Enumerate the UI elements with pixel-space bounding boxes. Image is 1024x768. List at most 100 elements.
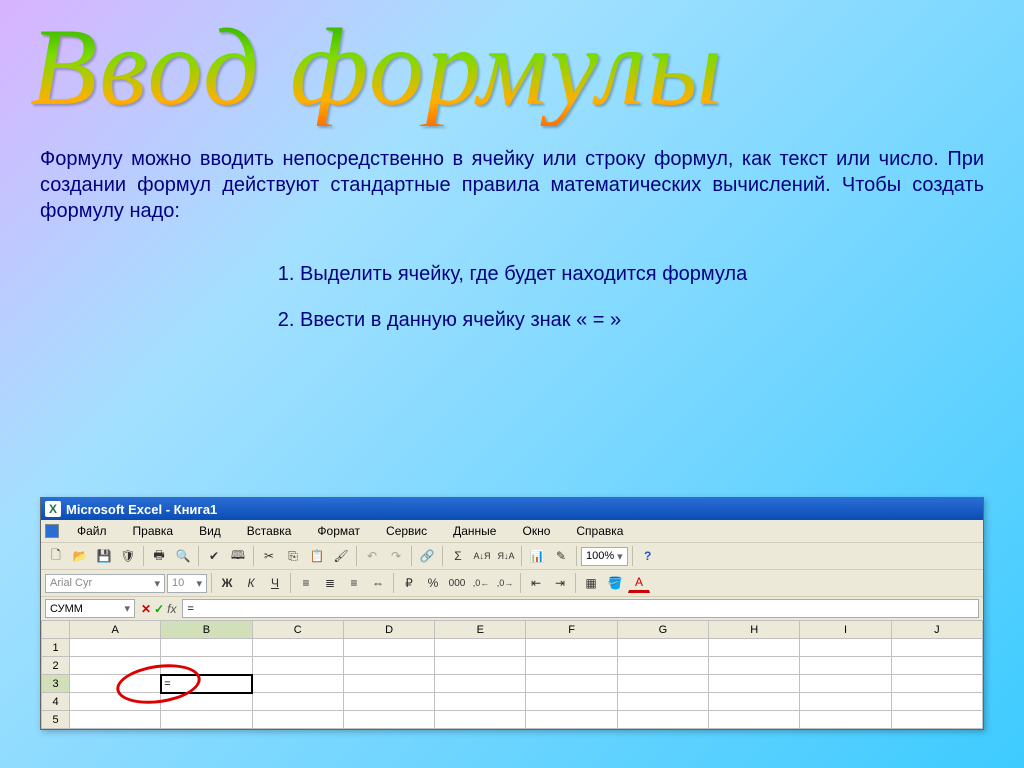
cell[interactable] <box>709 693 800 711</box>
cell[interactable] <box>252 675 343 693</box>
decrease-decimal-icon[interactable]: ,0→ <box>494 572 516 594</box>
cell[interactable] <box>343 675 434 693</box>
cell[interactable] <box>252 657 343 675</box>
cell[interactable] <box>161 711 252 729</box>
align-right-icon[interactable]: ≡ <box>343 572 365 594</box>
spellcheck-icon[interactable]: ✔ <box>203 545 225 567</box>
menu-data[interactable]: Данные <box>441 522 508 540</box>
cell[interactable] <box>343 657 434 675</box>
cell[interactable] <box>435 693 526 711</box>
research-icon[interactable]: 🕮 <box>227 545 249 567</box>
fx-icon[interactable]: fx <box>167 602 176 616</box>
cell[interactable] <box>161 693 252 711</box>
cell[interactable] <box>252 639 343 657</box>
undo-icon[interactable]: ↶ <box>361 545 383 567</box>
increase-decimal-icon[interactable]: ,0← <box>470 572 492 594</box>
borders-icon[interactable]: ▦ <box>580 572 602 594</box>
cell[interactable] <box>70 639 161 657</box>
print-preview-icon[interactable]: 🔍 <box>172 545 194 567</box>
sort-desc-icon[interactable]: Я↓А <box>495 545 517 567</box>
autosum-icon[interactable]: Σ <box>447 545 469 567</box>
cell[interactable] <box>70 657 161 675</box>
font-color-icon[interactable]: A <box>628 574 650 593</box>
col-header[interactable]: G <box>617 621 708 639</box>
spreadsheet-grid[interactable]: A B C D E F G H I J 1 2 3= 4 5 <box>41 620 983 729</box>
cell[interactable] <box>617 657 708 675</box>
cell[interactable] <box>800 675 891 693</box>
col-header[interactable]: H <box>709 621 800 639</box>
cell[interactable] <box>252 711 343 729</box>
cell[interactable] <box>891 657 982 675</box>
drawing-icon[interactable]: ✎ <box>550 545 572 567</box>
menu-file[interactable]: Файл <box>65 522 119 540</box>
cell[interactable] <box>435 711 526 729</box>
cell[interactable] <box>709 657 800 675</box>
cell[interactable] <box>891 693 982 711</box>
row-header[interactable]: 1 <box>42 639 70 657</box>
cell[interactable] <box>161 639 252 657</box>
percent-icon[interactable]: % <box>422 572 444 594</box>
cell[interactable] <box>70 711 161 729</box>
cell[interactable] <box>70 675 161 693</box>
fill-color-icon[interactable]: 🪣 <box>604 572 626 594</box>
col-header[interactable]: E <box>435 621 526 639</box>
cell[interactable] <box>526 657 617 675</box>
redo-icon[interactable]: ↷ <box>385 545 407 567</box>
cell[interactable] <box>617 639 708 657</box>
cell[interactable] <box>435 657 526 675</box>
cell[interactable] <box>435 639 526 657</box>
italic-icon[interactable]: К <box>240 572 262 594</box>
cell[interactable] <box>526 711 617 729</box>
cell[interactable] <box>526 675 617 693</box>
cell[interactable] <box>70 693 161 711</box>
sort-asc-icon[interactable]: А↓Я <box>471 545 493 567</box>
format-painter-icon[interactable]: 🖌 <box>330 545 352 567</box>
menu-insert[interactable]: Вставка <box>235 522 304 540</box>
cell[interactable] <box>891 639 982 657</box>
menu-help[interactable]: Справка <box>564 522 635 540</box>
cell[interactable] <box>800 657 891 675</box>
menu-window[interactable]: Окно <box>510 522 562 540</box>
hyperlink-icon[interactable]: 🔗 <box>416 545 438 567</box>
help-icon[interactable]: ? <box>637 545 659 567</box>
row-header[interactable]: 3 <box>42 675 70 693</box>
col-header[interactable]: B <box>161 621 252 639</box>
active-cell[interactable]: = <box>161 675 252 693</box>
align-center-icon[interactable]: ≣ <box>319 572 341 594</box>
comma-icon[interactable]: 000 <box>446 572 468 594</box>
cell[interactable] <box>617 711 708 729</box>
zoom-combo[interactable]: 100%▾ <box>581 547 628 566</box>
cell[interactable] <box>800 711 891 729</box>
increase-indent-icon[interactable]: ⇥ <box>549 572 571 594</box>
col-header[interactable]: I <box>800 621 891 639</box>
print-icon[interactable]: 🖶 <box>148 545 170 567</box>
cell[interactable] <box>709 675 800 693</box>
cell[interactable] <box>709 711 800 729</box>
cancel-formula-icon[interactable]: ✕ <box>141 602 151 616</box>
cell[interactable] <box>800 639 891 657</box>
cell[interactable] <box>343 711 434 729</box>
cell[interactable] <box>526 639 617 657</box>
cell[interactable] <box>891 675 982 693</box>
cell[interactable] <box>526 693 617 711</box>
bold-icon[interactable]: Ж <box>216 572 238 594</box>
chart-wizard-icon[interactable]: 📊 <box>526 545 548 567</box>
col-header[interactable]: J <box>891 621 982 639</box>
formula-input[interactable]: = <box>182 599 979 618</box>
copy-icon[interactable]: ⎘ <box>282 545 304 567</box>
enter-formula-icon[interactable]: ✓ <box>154 602 164 616</box>
cell[interactable] <box>343 693 434 711</box>
font-size-combo[interactable]: 10▾ <box>167 574 207 593</box>
col-header[interactable]: A <box>70 621 161 639</box>
row-header[interactable]: 5 <box>42 711 70 729</box>
menu-format[interactable]: Формат <box>305 522 372 540</box>
name-box[interactable]: СУММ▾ <box>45 599 135 618</box>
row-header[interactable]: 4 <box>42 693 70 711</box>
decrease-indent-icon[interactable]: ⇤ <box>525 572 547 594</box>
open-icon[interactable]: 📂 <box>69 545 91 567</box>
col-header[interactable]: F <box>526 621 617 639</box>
select-all-corner[interactable] <box>42 621 70 639</box>
cell[interactable] <box>617 693 708 711</box>
cell[interactable] <box>161 657 252 675</box>
currency-icon[interactable]: ₽ <box>398 572 420 594</box>
